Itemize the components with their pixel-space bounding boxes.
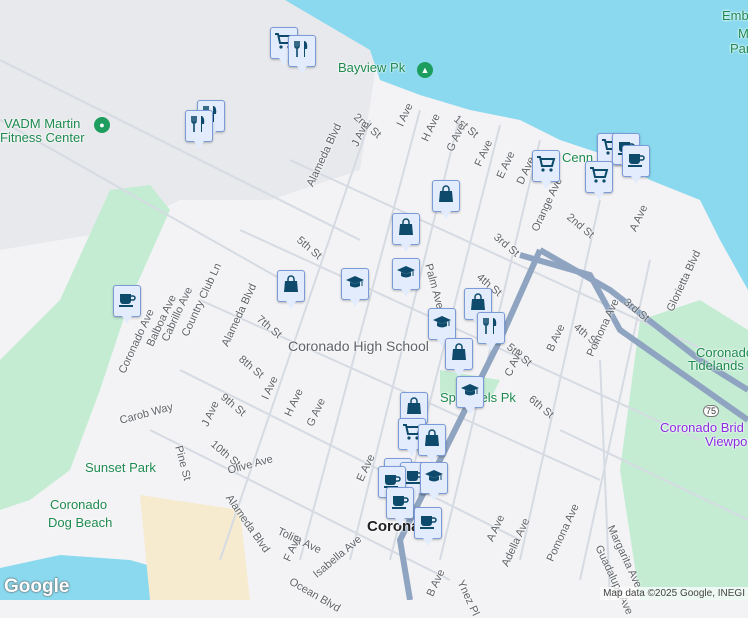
school-icon	[460, 380, 480, 405]
place-label: Coronado High School	[288, 338, 429, 354]
restaurant-icon	[481, 316, 501, 341]
coffee-icon	[390, 491, 410, 516]
place-label: Coronado	[50, 497, 108, 512]
map-marker-shopping-bag[interactable]	[392, 213, 420, 252]
place-label: Tidelands	[688, 358, 744, 373]
map-marker-school[interactable]	[456, 376, 484, 415]
place-label: Coronado Brid	[660, 420, 744, 435]
place-label: Fitness Center	[0, 130, 85, 145]
map-marker-coffee[interactable]	[386, 487, 414, 526]
map-marker-shopping-bag[interactable]	[445, 338, 473, 377]
map-marker-school[interactable]	[392, 258, 420, 297]
shopping-bag-icon	[404, 396, 424, 421]
shopping-cart-icon	[536, 154, 556, 179]
fitness-pin-icon[interactable]: ●	[94, 117, 110, 133]
map-marker-coffee[interactable]	[113, 285, 141, 324]
place-label: Viewpo	[705, 434, 748, 449]
shopping-bag-icon	[396, 217, 416, 242]
map-marker-school[interactable]	[428, 308, 456, 347]
place-label: M	[738, 26, 748, 41]
highway-shield: 75	[703, 405, 720, 417]
restaurant-icon	[189, 114, 209, 139]
school-icon	[432, 312, 452, 337]
restaurant-icon	[292, 39, 312, 64]
map-marker-school[interactable]	[420, 462, 448, 501]
map-marker-school[interactable]	[341, 268, 369, 307]
map-marker-restaurant[interactable]	[185, 110, 213, 149]
shopping-cart-icon	[589, 165, 609, 190]
place-label: VADM Martin	[4, 116, 81, 131]
school-icon	[424, 466, 444, 491]
shopping-bag-icon	[449, 342, 469, 367]
map-marker-shopping-bag[interactable]	[277, 270, 305, 309]
coffee-icon	[418, 511, 438, 536]
place-label: Dog Beach	[48, 515, 113, 530]
map-marker-coffee[interactable]	[622, 145, 650, 184]
map-marker-coffee[interactable]	[414, 507, 442, 546]
school-icon	[345, 272, 365, 297]
shopping-bag-icon	[422, 428, 442, 453]
map-attribution[interactable]: Map data ©2025 Google, INEGI	[600, 587, 748, 600]
shopping-bag-icon	[436, 184, 456, 209]
park-pin-icon[interactable]: ▲	[417, 62, 433, 78]
place-label: Emb	[722, 8, 748, 23]
place-label: Par	[730, 41, 748, 56]
school-icon	[396, 262, 416, 287]
map-marker-shopping-cart[interactable]	[532, 150, 560, 189]
map-marker-shopping-cart[interactable]	[585, 161, 613, 200]
coffee-icon	[626, 149, 646, 174]
google-logo: Google	[4, 576, 70, 597]
map-marker-shopping-bag[interactable]	[418, 424, 446, 463]
map-marker-restaurant[interactable]	[477, 312, 505, 351]
place-label: Bayview Pk	[338, 60, 406, 75]
map-marker-shopping-bag[interactable]	[432, 180, 460, 219]
place-label: Sunset Park	[85, 460, 156, 475]
map-marker-restaurant[interactable]	[288, 35, 316, 74]
shopping-bag-icon	[281, 274, 301, 299]
coffee-icon	[117, 289, 137, 314]
